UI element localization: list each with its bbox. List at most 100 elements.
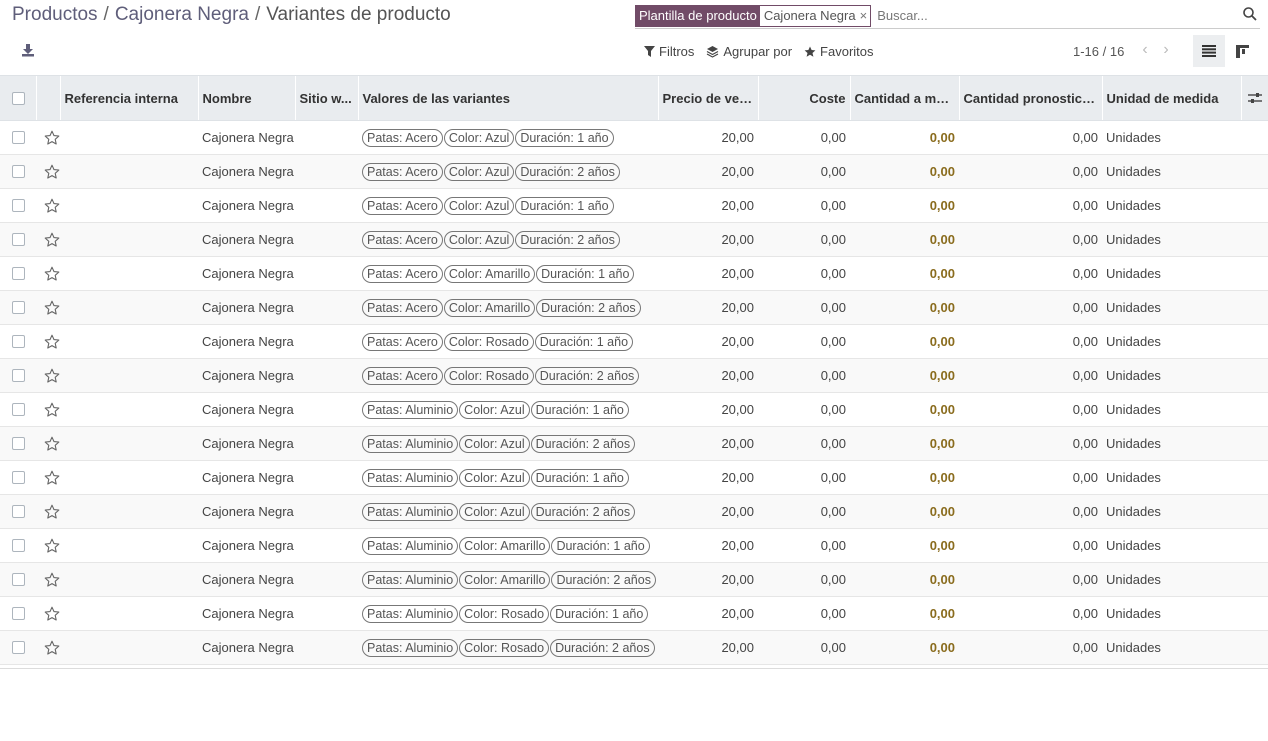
filters-label: Filtros xyxy=(659,44,695,59)
row-checkbox[interactable] xyxy=(12,165,25,178)
star-outline-icon[interactable] xyxy=(44,300,60,316)
star-outline-icon[interactable] xyxy=(44,164,60,180)
row-checkbox[interactable] xyxy=(12,131,25,144)
variant-tag: Patas: Acero xyxy=(362,332,443,351)
star-outline-icon[interactable] xyxy=(44,538,60,554)
variant-tag: Patas: Acero xyxy=(362,230,443,249)
row-name: Cajonera Negra xyxy=(202,470,294,485)
group-by-button[interactable]: Agrupar por xyxy=(706,44,792,59)
variant-tag: Color: Rosado xyxy=(459,604,550,623)
star-outline-icon[interactable] xyxy=(44,470,60,486)
row-checkbox[interactable] xyxy=(12,233,25,246)
row-favorite-cell xyxy=(36,427,60,461)
row-checkbox[interactable] xyxy=(12,335,25,348)
row-favorite-cell xyxy=(36,597,60,631)
row-ref-cell xyxy=(60,121,198,155)
select-all-checkbox[interactable] xyxy=(12,91,25,105)
star-outline-icon[interactable] xyxy=(44,572,60,588)
column-header-qty-forecast[interactable]: Cantidad pronosticada xyxy=(958,75,1102,121)
row-select-cell xyxy=(0,325,36,359)
variant-tag: Color: Amarillo xyxy=(459,570,551,589)
table-row[interactable]: Cajonera Negra Patas: Acero Color: Rosado D… xyxy=(0,358,1268,393)
star-outline-icon[interactable] xyxy=(44,232,60,248)
sliders-icon[interactable] xyxy=(1247,92,1262,104)
column-header-website[interactable]: Sitio w... xyxy=(294,75,358,121)
search-input[interactable] xyxy=(875,4,1260,27)
column-header-sale-price[interactable]: Precio de venta xyxy=(657,75,758,121)
column-header-cost[interactable]: Coste xyxy=(757,75,850,121)
row-favorite-cell xyxy=(36,529,60,563)
kanban-view-button[interactable] xyxy=(1228,35,1256,67)
row-website-cell xyxy=(295,189,358,223)
facet-remove-button[interactable]: × xyxy=(860,6,871,26)
list-view-button[interactable] xyxy=(1193,35,1225,67)
table-row[interactable]: Cajonera Negra Patas: Aluminio Color: Amar… xyxy=(0,562,1268,597)
star-outline-icon[interactable] xyxy=(44,334,60,350)
star-outline-icon[interactable] xyxy=(44,606,60,622)
pager-value[interactable]: 1-16 / 16 xyxy=(1073,44,1124,59)
row-sale-price: 20,00 xyxy=(721,198,754,213)
favorites-button[interactable]: Favoritos xyxy=(804,44,874,59)
download-icon[interactable] xyxy=(20,42,36,58)
table-row[interactable]: Cajonera Negra Patas: Aluminio Color: Azul… xyxy=(0,494,1268,529)
row-checkbox[interactable] xyxy=(12,369,25,382)
row-checkbox[interactable] xyxy=(12,199,25,212)
row-checkbox[interactable] xyxy=(12,607,25,620)
star-outline-icon[interactable] xyxy=(44,402,60,418)
row-checkbox[interactable] xyxy=(12,573,25,586)
row-checkbox[interactable] xyxy=(12,641,25,654)
row-checkbox[interactable] xyxy=(12,539,25,552)
table-row[interactable]: Cajonera Negra Patas: Acero Color: Azul Dur… xyxy=(0,189,1268,223)
table-row[interactable]: Cajonera Negra Patas: Acero Color: Amarill… xyxy=(0,290,1268,325)
table-row[interactable]: Cajonera Negra Patas: Acero Color: Azul Dur… xyxy=(0,222,1268,257)
star-outline-icon[interactable] xyxy=(44,640,60,656)
row-checkbox[interactable] xyxy=(12,267,25,280)
table-row[interactable]: Cajonera Negra Patas: Acero Color: Amarill… xyxy=(0,257,1268,291)
column-header-variants[interactable]: Valores de las variantes xyxy=(357,75,658,121)
table-row[interactable]: Cajonera Negra Patas: Acero Color: Azul Dur… xyxy=(0,154,1268,189)
row-checkbox[interactable] xyxy=(12,505,25,518)
table-row[interactable]: Cajonera Negra Patas: Aluminio Color: Rosa… xyxy=(0,597,1268,631)
column-header-uom[interactable]: Unidad de medida xyxy=(1101,75,1241,121)
search-icon[interactable] xyxy=(1242,6,1258,22)
pager-previous-button[interactable]: ‹ xyxy=(1136,41,1154,59)
filters-button[interactable]: Filtros xyxy=(644,44,694,59)
variant-tag: Patas: Aluminio xyxy=(362,434,459,453)
table-row[interactable]: Cajonera Negra Patas: Aluminio Color: Azul… xyxy=(0,461,1268,495)
row-checkbox[interactable] xyxy=(12,403,25,416)
table-row[interactable]: Cajonera Negra Patas: Aluminio Color: Azul… xyxy=(0,393,1268,427)
table-header-row: Referencia interna Nombre Sitio w... Val… xyxy=(0,75,1268,121)
row-select-cell xyxy=(0,189,36,223)
variant-tag: Duración: 1 año xyxy=(530,400,629,419)
star-outline-icon[interactable] xyxy=(44,266,60,282)
row-end-cell xyxy=(1241,597,1268,631)
star-outline-icon[interactable] xyxy=(44,130,60,146)
row-variants-cell: Patas: Aluminio Color: Amarillo Duración: … xyxy=(358,563,658,597)
table-row[interactable]: Cajonera Negra Patas: Acero Color: Rosado D… xyxy=(0,325,1268,359)
star-outline-icon[interactable] xyxy=(44,368,60,384)
row-checkbox[interactable] xyxy=(12,301,25,314)
star-outline-icon[interactable] xyxy=(44,504,60,520)
row-cost: 0,00 xyxy=(820,640,846,655)
table-row[interactable]: Cajonera Negra Patas: Acero Color: Azul Dur… xyxy=(0,121,1268,155)
table-row[interactable]: Cajonera Negra Patas: Aluminio Color: Rosa… xyxy=(0,630,1268,665)
row-qty-forecast: 0,00 xyxy=(1072,640,1098,655)
breadcrumb-item-productos[interactable]: Productos xyxy=(12,4,98,25)
column-header-name[interactable]: Nombre xyxy=(197,75,295,121)
row-checkbox[interactable] xyxy=(12,471,25,484)
breadcrumb-item-template[interactable]: Cajonera Negra xyxy=(115,4,249,25)
star-outline-icon[interactable] xyxy=(44,198,60,214)
variant-tag: Duración: 2 años xyxy=(534,366,640,385)
row-uom: Unidades xyxy=(1106,606,1161,621)
star-outline-icon[interactable] xyxy=(44,436,60,452)
row-favorite-cell xyxy=(36,495,60,529)
search-panel-buttons: Filtros Agrupar por Favoritos xyxy=(644,44,874,59)
row-checkbox[interactable] xyxy=(12,437,25,450)
table-row[interactable]: Cajonera Negra Patas: Aluminio Color: Amar… xyxy=(0,529,1268,563)
table-row[interactable]: Cajonera Negra Patas: Aluminio Color: Azul… xyxy=(0,426,1268,461)
row-select-cell xyxy=(0,257,36,291)
pager-next-button[interactable]: › xyxy=(1157,41,1175,59)
column-header-ref[interactable]: Referencia interna xyxy=(59,75,198,121)
column-header-qty-onhand[interactable]: Cantidad a mano xyxy=(849,75,959,121)
breadcrumb-separator: / xyxy=(254,4,261,25)
